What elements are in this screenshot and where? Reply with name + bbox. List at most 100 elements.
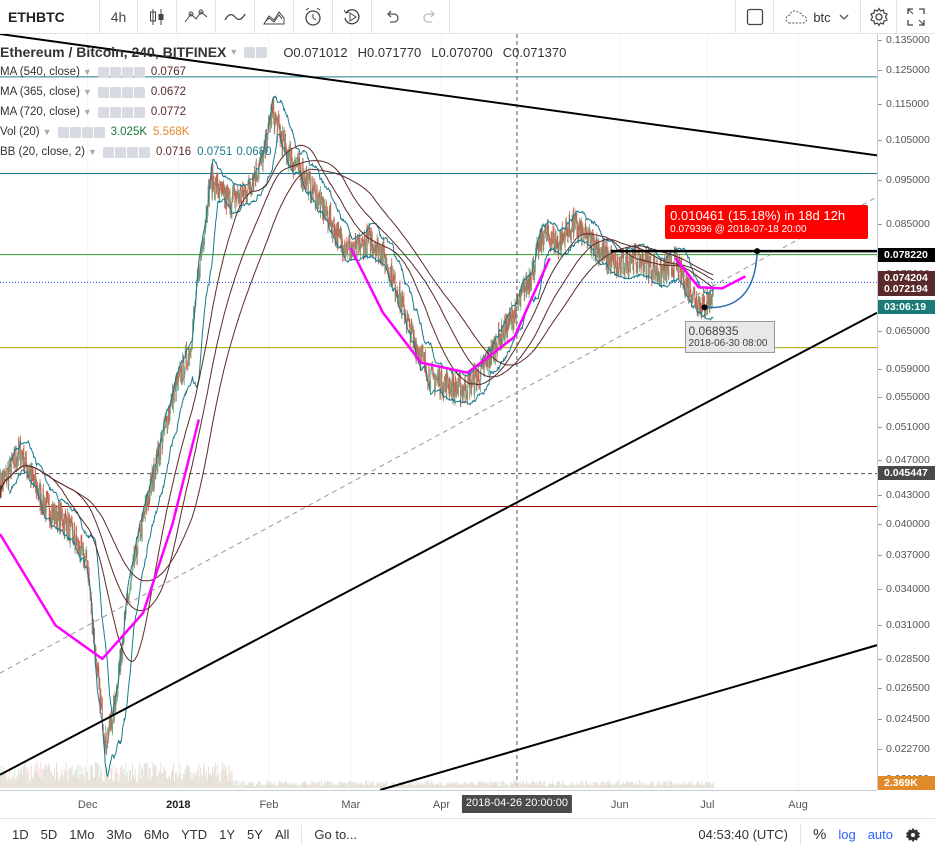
price-tick-label: 0.115000 [886,97,930,110]
maximize-icon[interactable] [897,0,935,34]
study-bb[interactable]: BB (20, close, 2) ▼ 0.0716 0.0751 0.0680 [0,142,400,162]
time-tick-label: 2018 [166,799,191,811]
study-ma540[interactable]: MA (540, close) ▼ 0.0767 [0,62,400,82]
gear-icon[interactable] [109,106,121,118]
range-1y[interactable]: 1Y [219,827,235,842]
chart-settings-icon[interactable] [905,827,921,843]
close-icon[interactable] [133,66,145,78]
gear-icon[interactable] [256,46,268,58]
low-price-label[interactable]: 0.068935 2018-06-30 08:00 [684,321,775,354]
time-axis[interactable]: Dec 2018 Feb Mar Apr Jun Jul Aug 2018-04-26 20:… [0,790,877,818]
caret-icon[interactable]: ▼ [83,107,92,117]
range-5y[interactable]: 5Y [247,827,263,842]
range-1mo[interactable]: 1Mo [69,827,94,842]
price-tick-mark [878,427,882,429]
gear-icon[interactable] [69,126,81,138]
plus-icon[interactable] [121,66,133,78]
range-ytd[interactable]: YTD [181,827,207,842]
range-5d[interactable]: 5D [41,827,58,842]
price-tick-label: 0.028500 [886,652,930,665]
price-axis[interactable]: 0.135000 0.125000 0.115000 0.105000 0.095000… [877,34,935,790]
indicators-icon[interactable] [177,0,216,34]
time-tick-label: Dec [77,799,98,811]
price-tick-mark [878,658,882,660]
eye-icon[interactable] [244,46,256,58]
price-tick-label: 0.026500 [886,681,930,694]
goto-button[interactable]: Go to... [314,827,357,842]
ma-price-tag-2: 0.072194 [878,282,935,297]
eye-icon[interactable] [57,126,69,138]
close-icon[interactable] [93,126,105,138]
caret-icon[interactable]: ▼ [83,87,92,97]
measure-callout[interactable]: 0.010461 (15.18%) in 18d 12h 0.079396 @ … [665,205,869,240]
price-tick-mark [878,369,882,371]
volume-tag: 2.369K [878,776,935,790]
log-toggle[interactable]: log [838,827,855,842]
undo-icon[interactable] [372,0,411,34]
eye-icon[interactable] [102,146,114,158]
study-value-3: 0.0680 [236,146,272,158]
price-tick-label: 0.043000 [886,489,930,502]
line-icon[interactable] [216,0,255,34]
close-icon[interactable] [133,106,145,118]
range-3mo[interactable]: 3Mo [107,827,132,842]
plus-icon[interactable] [81,126,93,138]
close-icon[interactable] [138,146,150,158]
plus-icon[interactable] [121,86,133,98]
ohlc-open: O0.071012 [283,44,348,60]
templates-icon[interactable] [255,0,294,34]
level-price-tag: 0.078220 [878,247,935,262]
alert-icon[interactable] [294,0,333,34]
study-ma365[interactable]: MA (365, close) ▼ 0.0672 [0,82,400,102]
price-tick-label: 0.024500 [886,713,930,726]
gear-icon[interactable] [109,66,121,78]
time-tick-label: Aug [788,799,808,811]
caret-icon[interactable]: ▼ [43,127,52,137]
gear-icon[interactable] [114,146,126,158]
settings-icon[interactable] [861,0,897,34]
close-icon[interactable] [133,86,145,98]
range-6mo[interactable]: 6Mo [144,827,169,842]
candles-icon[interactable] [138,0,177,34]
percent-toggle[interactable]: % [813,826,826,843]
fullscreen-box-icon[interactable] [735,0,773,34]
study-value: 3.025K [110,126,148,138]
caret-icon[interactable]: ▼ [229,47,238,57]
plus-icon[interactable] [126,146,138,158]
gear-icon[interactable] [109,86,121,98]
plus-icon[interactable] [121,106,133,118]
price-tick-label: 0.034000 [886,582,930,595]
chevron-down-icon [839,14,849,20]
measure-end-point [754,248,761,255]
interval-button[interactable]: 4h [100,0,138,34]
eye-icon[interactable] [97,86,109,98]
series-title[interactable]: Ethereum / Bitcoin, 240, BITFINEX [0,44,226,60]
study-label: Vol (20) [0,126,40,138]
study-label: MA (365, close) [0,86,80,98]
caret-icon[interactable]: ▼ [88,147,97,157]
price-tick-label: 0.051000 [886,421,930,434]
auto-toggle[interactable]: auto [868,827,893,842]
divider [799,824,801,845]
range-1d[interactable]: 1D [12,827,29,842]
symbol-search[interactable]: ETHBTC [0,0,100,34]
price-tick-mark [878,103,882,105]
study-ma720[interactable]: MA (720, close) ▼ 0.0772 [0,102,400,122]
time-tick-label: Feb [259,799,279,811]
ohlc-high: H0.071770 [357,44,422,60]
eye-icon[interactable] [97,66,109,78]
cup-curve [0,419,201,661]
low-price: 0.068935 [688,324,739,339]
price-tick-label: 0.022700 [886,743,930,756]
price-tick-label: 0.059000 [886,363,930,376]
study-volume[interactable]: Vol (20) ▼ 3.025K 5.568K [0,122,400,142]
caret-icon[interactable]: ▼ [83,67,92,77]
price-tick-label: 0.055000 [886,391,930,404]
compare-symbol[interactable]: btc [773,0,861,34]
eye-icon[interactable] [97,106,109,118]
range-all[interactable]: All [275,827,289,842]
replay-icon[interactable] [333,0,372,34]
redo-icon[interactable] [411,0,450,34]
utc-clock[interactable]: 04:53:40 (UTC) [698,827,788,842]
crosshair-time-label: 2018-04-26 20:00:00 [461,795,573,813]
